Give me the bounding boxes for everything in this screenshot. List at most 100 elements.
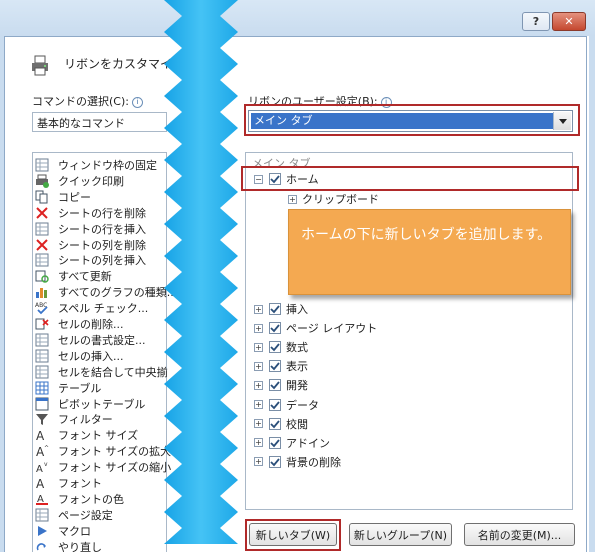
tree-tab-item[interactable]: + 開発 <box>254 376 308 394</box>
command-list-item[interactable]: シートの行を削除 <box>33 205 146 221</box>
expand-icon[interactable]: + <box>254 419 263 429</box>
command-list-item[interactable]: シートの列を挿入 <box>33 252 146 268</box>
ribbon-tree[interactable]: −ホーム+クリップボード+++++編集+挿入+ページ レイアウト+数式+表示+開… <box>245 152 573 510</box>
help-button[interactable]: ? <box>522 12 550 31</box>
tree-tab-item[interactable]: + 校閲 <box>254 415 308 433</box>
tree-item-label: 挿入 <box>286 303 308 316</box>
tree-item-label: 背景の削除 <box>286 455 341 469</box>
command-list-item[interactable]: ウィンドウ枠の固定 <box>33 157 157 173</box>
command-list-item-label: シートの列を削除 <box>58 238 146 252</box>
tree-tab-item[interactable]: + 挿入 <box>254 300 308 318</box>
tab-checkbox[interactable] <box>269 417 281 430</box>
new-group-button[interactable]: 新しいグループ(N) <box>349 523 452 546</box>
chart-types-icon <box>35 285 49 299</box>
tab-checkbox[interactable] <box>269 379 281 392</box>
delete-cells-icon <box>35 317 49 331</box>
tab-checkbox[interactable] <box>269 341 281 354</box>
command-list-item-label: セルの書式設定... <box>58 333 146 347</box>
tree-tab-item[interactable]: + 数式 <box>254 338 308 356</box>
command-list-item[interactable]: クイック印刷 <box>33 173 124 189</box>
tree-item-label: ページ レイアウト <box>286 322 378 336</box>
command-list-item[interactable]: フィルター <box>33 411 113 427</box>
window-frame-right <box>589 36 595 552</box>
command-list-item[interactable]: すべて更新 <box>33 268 112 284</box>
svg-text:v: v <box>44 461 48 468</box>
expand-icon[interactable]: + <box>288 194 297 204</box>
tree-item-label: 表示 <box>286 360 308 374</box>
tab-checkbox[interactable] <box>269 398 281 411</box>
grow-font-icon: A ^ <box>35 444 49 458</box>
tab-checkbox[interactable] <box>269 436 281 449</box>
command-list-item[interactable]: A フォントの色 <box>33 491 124 507</box>
tab-checkbox[interactable] <box>269 455 281 468</box>
command-list-item[interactable]: シートの行を挿入 <box>33 221 146 237</box>
command-list-item[interactable]: テーブル <box>33 380 101 396</box>
format-cells-icon <box>35 333 49 347</box>
insert-column-icon <box>35 253 49 267</box>
command-list-item[interactable]: セルの書式設定... <box>33 332 146 348</box>
expand-icon[interactable]: + <box>254 457 263 467</box>
tree-item-label: 数式 <box>286 341 308 355</box>
command-list-item[interactable]: セルの削除... <box>33 316 124 332</box>
svg-text:A: A <box>36 464 43 474</box>
command-source-select[interactable]: 基本的なコマンド <box>32 112 167 132</box>
tree-item-label: データ <box>286 398 319 412</box>
copy-icon <box>35 190 49 204</box>
expand-icon[interactable]: + <box>254 323 263 333</box>
shrink-font-icon: Av <box>35 460 49 474</box>
delete-row-icon <box>35 206 49 220</box>
command-list-item-label: セルを結合して中央揃 <box>58 365 168 379</box>
command-list-item[interactable]: コピー <box>33 189 91 205</box>
expand-icon[interactable]: + <box>254 400 263 409</box>
rename-button[interactable]: 名前の変更(M)... <box>464 523 575 546</box>
tree-tab-item[interactable]: + 表示 <box>254 357 308 375</box>
customize-ribbon-dialog: ? ✕ リボンをカスタマイズ コマンドの選択(C): i 基本的なコマンド ウィン… <box>0 0 595 555</box>
command-list-item[interactable]: マクロ <box>33 523 91 539</box>
command-list-item-label: ページ設定 <box>58 508 113 522</box>
command-list-item[interactable]: A フォント <box>33 475 102 491</box>
command-list-item-label: シートの列を挿入 <box>58 254 146 268</box>
macro-icon <box>35 524 49 538</box>
expand-icon[interactable]: + <box>254 304 263 314</box>
command-list-item[interactable]: Av フォント サイズの縮小 <box>33 459 171 475</box>
command-list-item[interactable]: セルを結合して中央揃 <box>33 364 168 380</box>
command-list-item[interactable]: すべてのグラフの種類... <box>33 284 177 300</box>
expand-icon[interactable]: + <box>254 361 263 371</box>
command-list-item[interactable]: A ^ フォント サイズの拡大 <box>33 443 171 459</box>
command-list-item[interactable]: セルの挿入... <box>33 348 124 364</box>
command-list-item-label: スペル チェック... <box>58 302 149 316</box>
command-list[interactable]: ウィンドウ枠の固定 クイック印刷 コピー シートの行を削除 シートの行を挿入 シートの列を… <box>32 152 177 555</box>
command-list-item[interactable]: ABC スペル チェック... <box>33 300 148 316</box>
command-list-item-label: フィルター <box>58 413 113 427</box>
command-list-item-label: フォント サイズの縮小 <box>58 461 172 475</box>
tab-checkbox[interactable] <box>269 360 281 373</box>
command-list-item[interactable]: ページ設定 <box>33 507 113 523</box>
instruction-callout: ホームの下に新しいタブを追加します。 <box>288 209 571 295</box>
command-list-item[interactable]: シートの列を削除 <box>33 237 146 253</box>
close-button[interactable]: ✕ <box>552 12 586 31</box>
command-list-item[interactable]: A フォント サイズ <box>33 427 138 443</box>
expand-icon[interactable]: + <box>254 380 263 390</box>
merge-center-icon <box>35 365 49 379</box>
tab-checkbox[interactable] <box>269 322 281 335</box>
svg-text:A: A <box>36 429 45 442</box>
tree-tab-item[interactable]: + データ <box>254 396 319 414</box>
new-tab-button-highlight <box>245 519 341 551</box>
tree-item-label: 校閲 <box>286 417 308 431</box>
tree-tab-item[interactable]: + アドイン <box>254 434 330 452</box>
insert-row-icon <box>35 222 49 236</box>
command-list-item-label: フォント <box>58 477 102 490</box>
tree-item-label: クリップボード <box>302 193 379 206</box>
insert-cells-icon <box>35 349 49 363</box>
tree-tab-item[interactable]: + 背景の削除 <box>254 453 341 471</box>
command-list-item[interactable]: ピボットテーブル <box>33 396 145 412</box>
command-list-item-label: クイック印刷 <box>58 174 124 188</box>
command-list-item[interactable]: やり直し <box>33 539 102 555</box>
expand-icon[interactable]: + <box>254 438 263 448</box>
tab-checkbox[interactable] <box>269 303 281 315</box>
redo-icon <box>35 540 49 554</box>
expand-icon[interactable]: + <box>254 342 263 352</box>
tree-item-label: アドイン <box>286 436 330 450</box>
command-list-item-label: フォント サイズの拡大 <box>58 445 172 459</box>
tree-tab-item[interactable]: + ページ レイアウト <box>254 319 377 337</box>
